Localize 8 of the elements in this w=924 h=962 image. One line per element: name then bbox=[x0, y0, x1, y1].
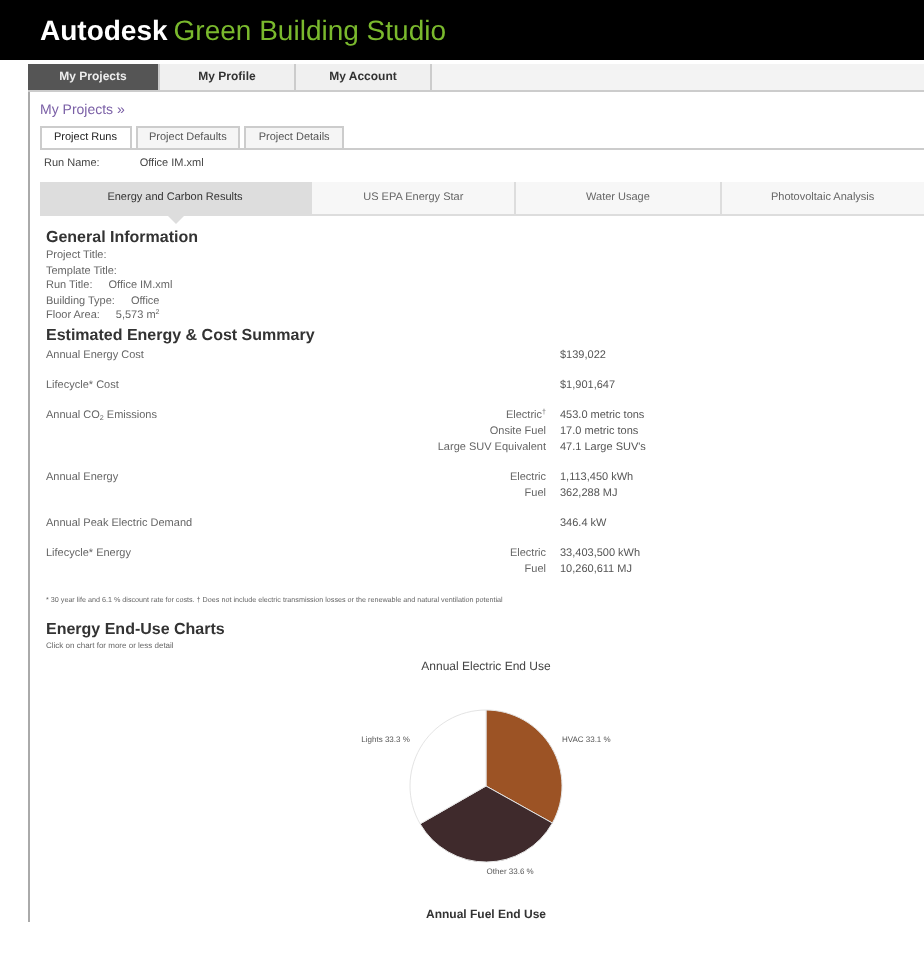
section-heading: Estimated Energy & Cost Summary bbox=[46, 325, 317, 345]
section-heading: Energy End-Use Charts bbox=[46, 619, 227, 639]
pie-slice[interactable] bbox=[409, 708, 487, 824]
brand-logo: Autodesk bbox=[40, 14, 168, 46]
pie-slice[interactable] bbox=[419, 784, 553, 862]
section-heading: General Information bbox=[46, 228, 201, 248]
product-name: Green Building Studio bbox=[173, 14, 446, 46]
pie-slice[interactable] bbox=[485, 708, 563, 823]
